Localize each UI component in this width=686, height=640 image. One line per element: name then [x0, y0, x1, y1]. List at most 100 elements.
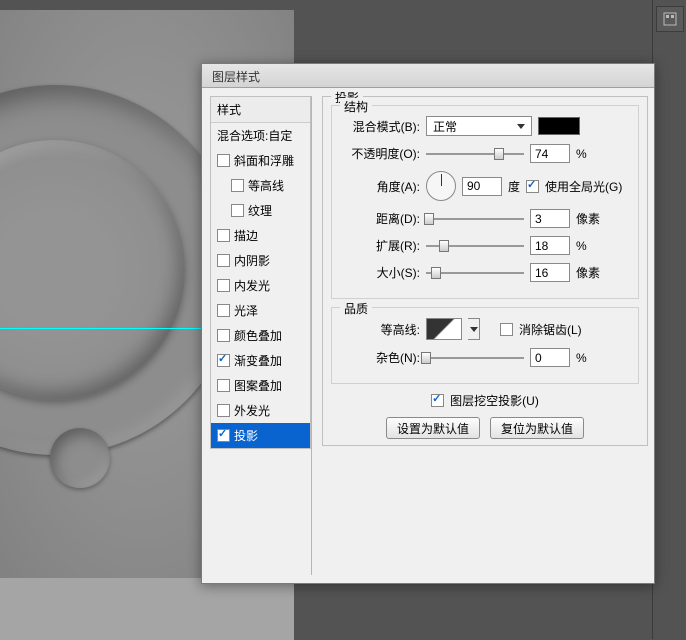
- style-label: 颜色叠加: [234, 327, 282, 344]
- antialias-label: 消除锯齿(L): [519, 321, 582, 338]
- noise-slider[interactable]: [426, 351, 524, 365]
- dialog-title: 图层样式: [212, 70, 260, 84]
- spread-unit: %: [576, 239, 606, 253]
- dialog-body: 样式 混合选项:自定 斜面和浮雕等高线纹理描边内阴影内发光光泽颜色叠加渐变叠加图…: [202, 88, 654, 583]
- style-item-9[interactable]: 图案叠加: [211, 373, 310, 398]
- dialog-titlebar[interactable]: 图层样式: [202, 64, 654, 88]
- style-label: 内发光: [234, 277, 270, 294]
- make-default-button[interactable]: 设置为默认值: [386, 417, 480, 439]
- blend-mode-label: 混合模式(B):: [340, 118, 420, 135]
- styles-header[interactable]: 样式: [211, 97, 310, 123]
- angle-row: 角度(A): 度 使用全局光(G): [340, 171, 630, 201]
- antialias-checkbox[interactable]: [500, 323, 513, 336]
- shadow-color-swatch[interactable]: [538, 117, 580, 135]
- blend-mode-row: 混合模式(B): 正常: [340, 116, 630, 136]
- opacity-unit: %: [576, 147, 606, 161]
- size-unit: 像素: [576, 264, 606, 281]
- angle-label: 角度(A):: [340, 178, 420, 195]
- style-item-5[interactable]: 内发光: [211, 273, 310, 298]
- distance-slider[interactable]: [426, 212, 524, 226]
- layer-style-dialog: 图层样式 样式 混合选项:自定 斜面和浮雕等高线纹理描边内阴影内发光光泽颜色叠加…: [201, 63, 655, 584]
- structure-group: 结构 混合模式(B): 正常 不透明度(O): %: [331, 105, 639, 299]
- style-item-4[interactable]: 内阴影: [211, 248, 310, 273]
- size-slider[interactable]: [426, 266, 524, 280]
- style-checkbox[interactable]: [217, 329, 230, 342]
- style-item-10[interactable]: 外发光: [211, 398, 310, 423]
- style-checkbox[interactable]: [217, 254, 230, 267]
- style-checkbox[interactable]: [217, 279, 230, 292]
- opacity-slider[interactable]: [426, 147, 524, 161]
- contour-dropdown[interactable]: [468, 318, 480, 340]
- noise-row: 杂色(N): %: [340, 348, 630, 367]
- style-checkbox[interactable]: [231, 204, 244, 217]
- style-checkbox[interactable]: [231, 179, 244, 192]
- right-dock: [652, 0, 686, 639]
- style-checkbox[interactable]: [217, 429, 230, 442]
- styles-fieldset: 样式 混合选项:自定 斜面和浮雕等高线纹理描边内阴影内发光光泽颜色叠加渐变叠加图…: [210, 96, 311, 449]
- style-label: 内阴影: [234, 252, 270, 269]
- opacity-label: 不透明度(O):: [340, 145, 420, 162]
- drop-shadow-group: 投影 结构 混合模式(B): 正常 不透明度(O):: [322, 96, 648, 446]
- style-item-11[interactable]: 投影: [211, 423, 310, 448]
- angle-input[interactable]: [462, 177, 502, 196]
- noise-label: 杂色(N):: [340, 349, 420, 366]
- spread-label: 扩展(R):: [340, 237, 420, 254]
- style-label: 渐变叠加: [234, 352, 282, 369]
- knockout-label: 图层挖空投影(U): [450, 392, 539, 409]
- style-checkbox[interactable]: [217, 379, 230, 392]
- size-row: 大小(S): 像素: [340, 263, 630, 282]
- spread-slider[interactable]: [426, 239, 524, 253]
- distance-row: 距离(D): 像素: [340, 209, 630, 228]
- opacity-input[interactable]: [530, 144, 570, 163]
- spread-input[interactable]: [530, 236, 570, 255]
- angle-unit: 度: [508, 178, 520, 195]
- global-light-label: 使用全局光(G): [545, 178, 622, 195]
- dropdown-icon: [517, 124, 525, 129]
- style-label: 等高线: [248, 177, 284, 194]
- distance-label: 距离(D):: [340, 210, 420, 227]
- style-checkbox[interactable]: [217, 229, 230, 242]
- size-input[interactable]: [530, 263, 570, 282]
- defaults-row: 设置为默认值 复位为默认值: [331, 417, 639, 439]
- style-label: 外发光: [234, 402, 270, 419]
- size-label: 大小(S):: [340, 264, 420, 281]
- dock-button[interactable]: [656, 6, 684, 32]
- noise-input[interactable]: [530, 348, 570, 367]
- style-label: 描边: [234, 227, 258, 244]
- style-label: 光泽: [234, 302, 258, 319]
- distance-unit: 像素: [576, 210, 606, 227]
- structure-title: 结构: [340, 98, 372, 115]
- style-item-6[interactable]: 光泽: [211, 298, 310, 323]
- style-item-0[interactable]: 斜面和浮雕: [211, 148, 310, 173]
- style-item-2[interactable]: 纹理: [211, 198, 310, 223]
- style-checkbox[interactable]: [217, 304, 230, 317]
- bubble-shape: [50, 428, 110, 488]
- distance-input[interactable]: [530, 209, 570, 228]
- style-checkbox[interactable]: [217, 404, 230, 417]
- style-item-7[interactable]: 颜色叠加: [211, 323, 310, 348]
- blend-options-item[interactable]: 混合选项:自定: [211, 123, 310, 148]
- blend-mode-value: 正常: [433, 118, 457, 135]
- quality-group: 品质 等高线: 消除锯齿(L) 杂色(N): %: [331, 307, 639, 384]
- contour-preview[interactable]: [426, 318, 462, 340]
- contour-row: 等高线: 消除锯齿(L): [340, 318, 630, 340]
- contour-label: 等高线:: [340, 321, 420, 338]
- style-checkbox[interactable]: [217, 154, 230, 167]
- style-item-1[interactable]: 等高线: [211, 173, 310, 198]
- settings-column: 投影 结构 混合模式(B): 正常 不透明度(O):: [312, 88, 654, 583]
- style-item-3[interactable]: 描边: [211, 223, 310, 248]
- style-checkbox[interactable]: [217, 354, 230, 367]
- reset-default-button[interactable]: 复位为默认值: [490, 417, 584, 439]
- blend-mode-select[interactable]: 正常: [426, 116, 532, 136]
- style-label: 投影: [234, 427, 258, 444]
- style-label: 纹理: [248, 202, 272, 219]
- angle-dial[interactable]: [426, 171, 456, 201]
- style-list: 混合选项:自定 斜面和浮雕等高线纹理描边内阴影内发光光泽颜色叠加渐变叠加图案叠加…: [211, 123, 310, 448]
- dropdown-icon: [470, 327, 478, 332]
- global-light-checkbox[interactable]: [526, 180, 539, 193]
- styles-column: 样式 混合选项:自定 斜面和浮雕等高线纹理描边内阴影内发光光泽颜色叠加渐变叠加图…: [210, 96, 312, 575]
- spread-row: 扩展(R): %: [340, 236, 630, 255]
- knockout-checkbox[interactable]: [431, 394, 444, 407]
- style-item-8[interactable]: 渐变叠加: [211, 348, 310, 373]
- quality-title: 品质: [340, 300, 372, 317]
